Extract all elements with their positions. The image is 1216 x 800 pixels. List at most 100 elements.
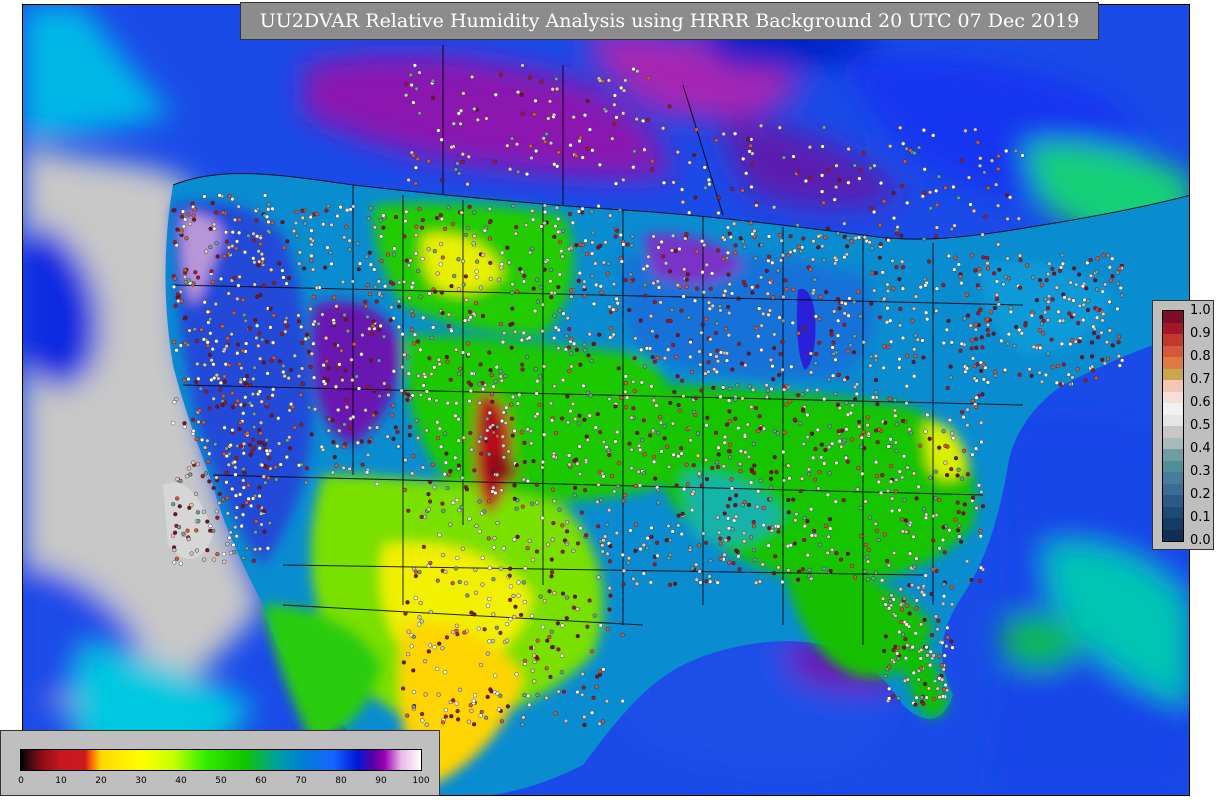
station-dot: [723, 538, 728, 543]
station-dot: [742, 244, 747, 249]
station-dot: [501, 443, 506, 448]
station-dot: [510, 306, 515, 311]
station-dot: [589, 649, 595, 654]
station-dot: [726, 448, 732, 454]
station-dot: [956, 195, 961, 200]
station-dot: [263, 480, 268, 485]
station-dot: [571, 605, 576, 610]
station-dot: [183, 268, 188, 273]
station-dot: [555, 164, 560, 169]
station-dot: [826, 377, 832, 382]
station-dot: [250, 449, 255, 454]
station-dot: [705, 415, 710, 420]
station-dot: [532, 112, 537, 117]
station-dot: [691, 463, 696, 468]
station-dot: [299, 324, 304, 329]
observation-colorbar-segment: [1163, 529, 1183, 541]
station-dot: [805, 435, 810, 440]
station-dot: [704, 579, 709, 584]
station-dot: [795, 577, 801, 582]
station-dot: [257, 485, 262, 490]
station-dot: [252, 445, 257, 450]
station-dot: [247, 442, 253, 448]
station-dot: [979, 489, 984, 495]
station-dot: [443, 431, 448, 436]
station-dot: [542, 267, 547, 272]
station-dot: [406, 508, 411, 513]
station-dot: [1001, 282, 1006, 287]
station-dot: [722, 440, 727, 445]
station-dot: [460, 159, 465, 164]
station-dot: [547, 589, 552, 594]
station-dot: [994, 279, 999, 284]
station-dot: [934, 568, 939, 574]
station-dot: [283, 319, 288, 324]
station-dot: [1007, 195, 1013, 200]
station-dot: [428, 479, 433, 485]
station-dot: [1008, 309, 1013, 314]
station-dot: [311, 295, 316, 300]
station-dot: [841, 498, 846, 503]
station-dot: [947, 528, 952, 533]
station-dot: [607, 397, 612, 402]
station-dot: [854, 382, 860, 387]
station-dot: [801, 441, 806, 447]
station-dot: [743, 283, 748, 288]
station-dot: [220, 324, 225, 329]
station-dot: [515, 401, 520, 406]
station-dot: [495, 520, 500, 526]
station-dot: [324, 359, 329, 364]
station-dot: [293, 220, 298, 226]
station-dot: [552, 591, 557, 596]
station-dot: [364, 254, 369, 259]
station-dot: [667, 104, 672, 109]
station-dot: [647, 433, 653, 438]
station-dot: [889, 603, 894, 608]
station-dot: [1068, 280, 1073, 285]
station-dot: [356, 267, 361, 272]
station-dot: [251, 238, 256, 243]
station-dot: [1058, 265, 1064, 270]
station-dot: [715, 359, 721, 364]
station-dot: [642, 452, 647, 457]
station-dot: [227, 535, 232, 540]
station-dot: [701, 531, 706, 536]
station-dot: [692, 298, 698, 303]
station-dot: [868, 363, 873, 368]
rh-tick: 20: [95, 776, 107, 786]
station-dot: [456, 717, 461, 722]
station-dot: [681, 487, 687, 492]
station-dot: [641, 266, 646, 271]
station-dot: [403, 611, 408, 616]
station-dot: [856, 419, 862, 424]
station-dot: [658, 300, 663, 305]
station-dot: [727, 496, 732, 501]
station-dot: [507, 260, 512, 265]
station-dot: [708, 286, 713, 291]
station-dot: [182, 378, 187, 383]
station-dot: [569, 288, 574, 293]
station-dot: [414, 224, 419, 229]
station-dot: [230, 230, 235, 235]
station-dot: [690, 491, 695, 496]
station-dot: [534, 500, 540, 505]
station-dot: [373, 284, 378, 289]
station-dot: [683, 236, 688, 241]
station-dot: [718, 536, 723, 541]
station-dot: [913, 702, 918, 707]
station-dot: [846, 236, 851, 241]
station-dot: [905, 200, 910, 205]
station-dot: [630, 278, 636, 283]
station-dot: [411, 280, 416, 286]
station-dot: [611, 307, 616, 312]
station-dot: [865, 555, 870, 560]
station-dot: [591, 695, 596, 700]
station-dot: [278, 462, 283, 467]
station-dot: [548, 267, 554, 272]
station-dot: [587, 413, 592, 418]
station-dot: [666, 523, 671, 529]
station-dot: [487, 350, 492, 355]
station-dot: [914, 496, 919, 501]
station-dot: [677, 246, 682, 252]
station-dot: [842, 234, 847, 239]
